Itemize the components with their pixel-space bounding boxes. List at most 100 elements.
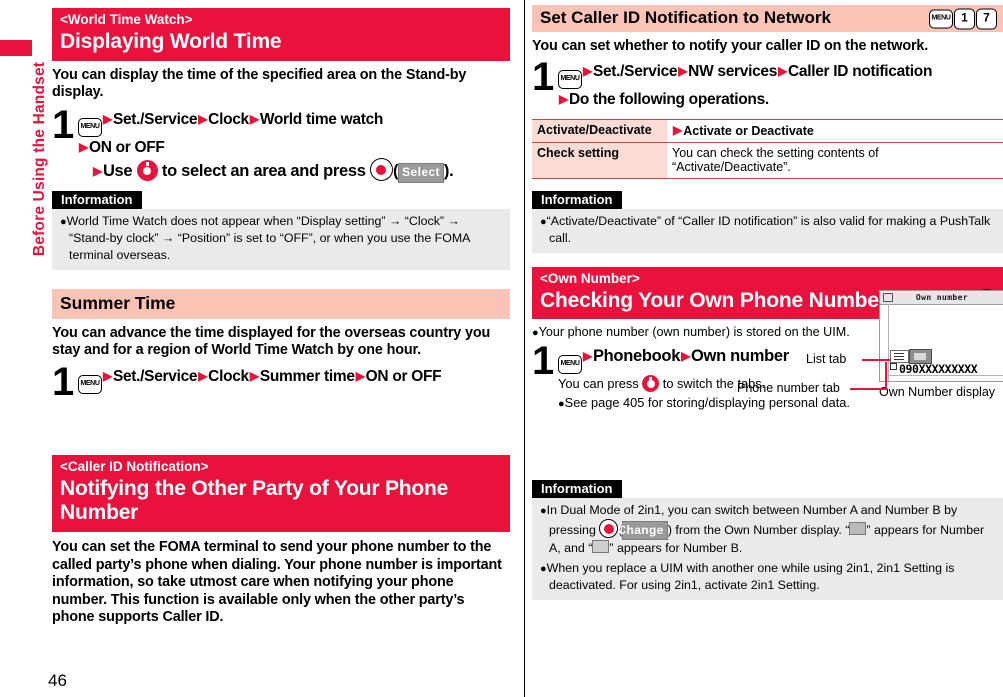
heading-set-caller-id-network: Set Caller ID Notification to Network ME… (532, 5, 1003, 32)
phone-number-text: 090XXXXXXXXX (899, 362, 978, 376)
arrow-icon: ▶ (103, 368, 112, 383)
arrow-icon: ▶ (583, 63, 592, 78)
info-item-post: ” appears for Number B. (609, 541, 743, 556)
heading-sub-label: <Own Number> (540, 270, 640, 286)
phone-number-display: 090XXXXXXXXX (890, 362, 978, 376)
column-divider (524, 0, 525, 697)
step-item-set-service: Set./Service (592, 62, 678, 80)
world-time-intro: You can display the time of the specifie… (52, 66, 467, 101)
bullet-icon: ● (532, 327, 539, 340)
step-item-clock: Clock (208, 367, 249, 385)
set-caller-id-intro: You can set whether to notify your calle… (532, 38, 929, 54)
information-box-caller-id: Information ●“Activate/Deactivate” of “C… (532, 190, 1003, 253)
arrow-icon: ▶ (678, 63, 688, 78)
phone-screen-tabs (890, 349, 936, 364)
step-select-area-label: to select an area and press (161, 162, 366, 181)
step-item-set-service: Set./Service (112, 110, 198, 128)
callout-list-tab: List tab (806, 352, 847, 366)
arrow-icon: ▶ (79, 139, 88, 154)
step-item-own-number: Own number (691, 347, 789, 366)
arrow-icon: ▶ (249, 111, 259, 126)
phone-screen-left-rule (888, 304, 889, 381)
table-cell-key: Activate/Deactivate (532, 118, 667, 143)
information-body: ●World Time Watch does not appear when “… (52, 208, 510, 270)
step-item-on-off: ON or OFF (88, 138, 165, 156)
arrow-icon: ▶ (681, 349, 691, 364)
table-row: Activate/Deactivate ▶Activate or Deactiv… (532, 118, 1003, 143)
heading-set-caller-id-label: Set Caller ID Notification to Network (540, 8, 831, 27)
heading-sub-label: <World Time Watch> (60, 12, 193, 27)
step-number: 1 (532, 54, 555, 99)
callout-phone-number-tab: Phone number tab (737, 381, 840, 395)
information-label: Information (52, 190, 142, 209)
table-cell-key: Check setting (532, 141, 667, 179)
step-world-time: 1 MENU▶Set./Service▶Clock▶World time wat… (52, 105, 510, 183)
step-line-1: MENU▶Set./Service▶Clock▶Summer time▶ON o… (78, 366, 510, 394)
step-line-3-end: ). (443, 162, 454, 181)
select-key-icon (369, 158, 393, 182)
step-sub-2-text: See page 405 for storing/displaying pers… (564, 395, 850, 411)
sim-icon (890, 363, 897, 370)
arrow-icon: ▶ (198, 368, 208, 383)
bullet-icon: ● (540, 505, 547, 518)
phone-screenshot: Own number 090XXXXXXXXX (879, 290, 1003, 382)
menu-key-icon: MENU (558, 355, 582, 375)
phone-screen-title: Own number (915, 293, 969, 302)
step-line-2: ▶ON or OFF (78, 137, 510, 158)
right-column: Set Caller ID Notification to Network ME… (532, 0, 1003, 601)
information-item-text: “Activate/Deactivate” of “Caller ID noti… (546, 213, 991, 245)
caller-id-body: You can set the FOMA terminal to send yo… (52, 539, 502, 626)
information-label: Information (532, 480, 622, 499)
information-item-text: When you replace a UIM with another one … (546, 561, 955, 593)
numeric-key-1-icon: 1 (954, 8, 975, 30)
menu-key-icon: MENU (78, 117, 102, 137)
navigation-key-icon (136, 160, 158, 182)
table-row: Check setting You can check the setting … (532, 141, 1003, 179)
caller-id-options-table: Activate/Deactivate ▶Activate or Deactiv… (532, 118, 1003, 179)
sidebar-chapter-tab: Before Using the Handset (0, 0, 48, 697)
menu-key-icon: MENU (558, 69, 582, 89)
arrow-icon: ▶ (249, 368, 259, 383)
select-key-icon (599, 519, 619, 539)
softkey-select-label: Select (398, 163, 444, 183)
step-number: 1 (52, 359, 75, 404)
own-number-note-text: Your phone number (own number) is stored… (538, 325, 850, 340)
number-b-icon (592, 540, 610, 554)
step-set-caller-id: 1 MENU▶Set./Service▶NW services▶Caller I… (532, 57, 1003, 110)
number-a-icon (849, 522, 867, 536)
step-line-3: ▶Use to select an area and press (Select… (92, 158, 510, 183)
menu-key-icon: MENU (929, 9, 953, 29)
heading-summer-time-label: Summer Time (60, 292, 176, 313)
chapter-tab-marker (0, 40, 32, 56)
heading-caller-id-notification: <Caller ID Notification> Notifying the O… (52, 454, 510, 533)
key-sequence-menu-1-7: MENU 1 7 (928, 8, 997, 30)
step-do-following-label: Do the following operations. (568, 90, 769, 108)
step-number: 1 (52, 102, 75, 147)
information-item: ●When you replace a UIM with another one… (540, 560, 995, 594)
information-item: ●“Activate/Deactivate” of “Caller ID not… (540, 213, 995, 247)
table-cell-value: You can check the setting contents of “A… (667, 141, 1003, 179)
left-column: <World Time Watch> Displaying World Time… (52, 0, 510, 627)
information-body: ●In Dual Mode of 2in1, you can switch be… (532, 498, 1003, 601)
arrow-icon: ▶ (559, 91, 568, 106)
softkey-change-label: Change (617, 521, 668, 541)
table-cell-value-text: Activate or Deactivate (683, 123, 814, 138)
step-use-label: Use (102, 162, 133, 181)
step-summer-time: 1 MENU▶Set./Service▶Clock▶Summer time▶ON… (52, 362, 510, 410)
information-box-own-number: Information ●In Dual Mode of 2in1, you c… (532, 480, 1003, 601)
phone-screen-bottom-rule (888, 375, 1003, 376)
heading-main-label: Notifying the Other Party of Your Phone … (60, 476, 449, 525)
heading-summer-time: Summer Time (52, 288, 510, 319)
step-item-summer-time: Summer time (259, 367, 355, 385)
step-item-caller-id-notification: Caller ID notification (788, 62, 933, 80)
arrow-icon: ▶ (673, 122, 683, 137)
own-number-figure: Own number 090XXXXXXXXX Own Number displ… (879, 290, 1003, 399)
heading-sub-label: <Caller ID Notification> (60, 458, 209, 474)
step-line-1: MENU▶Set./Service▶NW services▶Caller ID … (558, 61, 1003, 89)
step-item-phonebook: Phonebook (592, 347, 681, 366)
callout-phone-tab-leader-v (885, 362, 887, 390)
arrow-icon: ▶ (93, 164, 102, 179)
information-box-world-time: Information ●World Time Watch does not a… (52, 190, 510, 270)
arrow-icon: ▶ (778, 63, 787, 78)
numeric-key-7-icon: 7 (976, 8, 997, 30)
